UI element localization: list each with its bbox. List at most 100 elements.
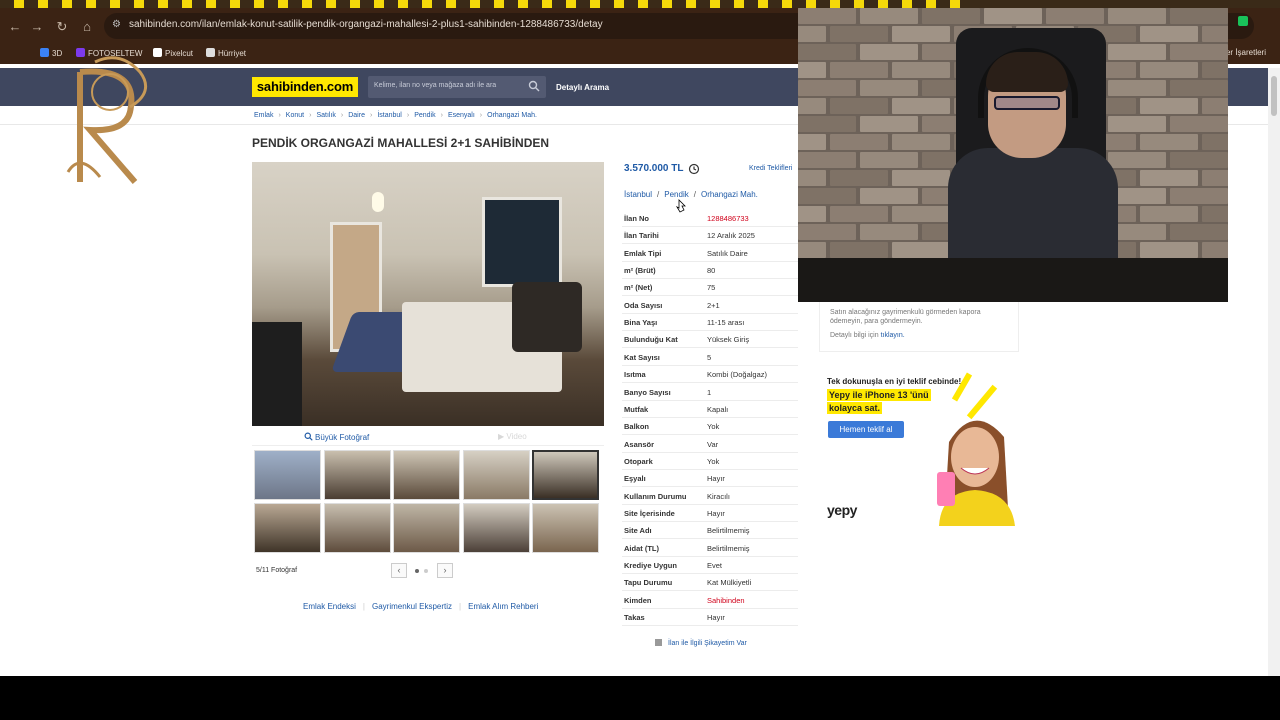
extension-icon[interactable]	[1238, 16, 1248, 26]
forward-icon[interactable]: →	[30, 20, 44, 34]
brick	[1202, 62, 1228, 78]
home-icon[interactable]: ⌂	[80, 20, 94, 34]
spec-row: m² (Net) 75	[622, 279, 798, 297]
photo-thumbnail[interactable]	[323, 503, 391, 553]
detailed-search-link[interactable]: Detaylı Arama	[556, 83, 609, 92]
tab-favicon-icon[interactable]	[734, 0, 744, 8]
tab-favicon-icon[interactable]	[86, 0, 96, 8]
notice-more-prefix: Detaylı bilgi için	[830, 332, 879, 339]
big-photo-link[interactable]: Büyük Fotoğraf	[304, 432, 369, 442]
photo-thumbnail[interactable]	[462, 450, 530, 500]
photo-thumbnail[interactable]	[254, 450, 321, 500]
scrollbar-thumb[interactable]	[1271, 76, 1277, 116]
tab-favicon-icon[interactable]	[62, 0, 72, 8]
tab-favicon-icon[interactable]	[950, 0, 960, 8]
location-link[interactable]: İstanbul	[624, 190, 652, 199]
breadcrumb-item[interactable]: Daire	[348, 112, 365, 119]
tab-favicon-icon[interactable]	[542, 0, 552, 8]
tab-favicon-icon[interactable]	[326, 0, 336, 8]
breadcrumb-item[interactable]: Pendik	[414, 112, 435, 119]
tab-favicon-icon[interactable]	[110, 0, 120, 8]
tab-favicon-icon[interactable]	[518, 0, 528, 8]
tab-favicon-icon[interactable]	[230, 0, 240, 8]
breadcrumb-item[interactable]: İstanbul	[377, 112, 402, 119]
tab-favicon-icon[interactable]	[158, 0, 168, 8]
ad-person-image	[937, 420, 1015, 526]
back-icon[interactable]: ←	[8, 20, 22, 34]
spec-row: Banyo Sayısı 1	[622, 384, 798, 401]
thumbnail-image	[463, 504, 529, 552]
location-link[interactable]: Pendik	[664, 190, 688, 199]
tab-favicon-icon[interactable]	[422, 0, 432, 8]
photo-thumbnail[interactable]	[393, 503, 460, 553]
tab-favicon-icon[interactable]	[350, 0, 360, 8]
tab-favicon-icon[interactable]	[278, 0, 288, 8]
notice-more-link[interactable]: tıklayın.	[881, 332, 905, 339]
search-icon[interactable]	[528, 80, 540, 92]
tab-favicon-icon[interactable]	[830, 0, 840, 8]
tab-favicon-icon[interactable]	[590, 0, 600, 8]
footer-link[interactable]: Gayrimenkul Ekspertiz	[372, 602, 452, 611]
bookmark-item[interactable]: Hürriyet	[206, 48, 246, 58]
tab-favicon-icon[interactable]	[374, 0, 384, 8]
breadcrumb-item[interactable]: Konut	[286, 112, 304, 119]
page-scrollbar[interactable]	[1268, 68, 1280, 676]
tab-favicon-icon[interactable]	[758, 0, 768, 8]
tab-favicon-icon[interactable]	[446, 0, 456, 8]
tab-favicon-icon[interactable]	[926, 0, 936, 8]
main-photo[interactable]	[252, 162, 604, 426]
site-info-icon[interactable]: ⚙	[112, 19, 124, 31]
photo-thumbnail[interactable]	[393, 450, 460, 500]
tab-favicon-icon[interactable]	[686, 0, 696, 8]
spec-row: Tapu Durumu Kat Mülkiyetli	[622, 574, 798, 592]
photo-thumbnail[interactable]	[532, 503, 599, 553]
tab-favicon-icon[interactable]	[398, 0, 408, 8]
credit-offers-link[interactable]: Kredi Teklifleri	[749, 165, 792, 172]
price-history-icon[interactable]	[688, 163, 700, 175]
tab-favicon-icon[interactable]	[470, 0, 480, 8]
tab-favicon-icon[interactable]	[806, 0, 816, 8]
photo-thumbnail[interactable]	[254, 503, 321, 553]
tab-favicon-icon[interactable]	[38, 0, 48, 8]
tab-favicon-icon[interactable]	[878, 0, 888, 8]
tab-favicon-icon[interactable]	[494, 0, 504, 8]
tab-favicon-icon[interactable]	[566, 0, 576, 8]
breadcrumb-item[interactable]: Satılık	[316, 112, 335, 119]
tab-favicon-icon[interactable]	[134, 0, 144, 8]
ad-banner[interactable]: Tek dokunuşla en iyi teklif cebinde! Yep…	[819, 362, 1019, 526]
site-logo[interactable]: sahibinden.com	[252, 77, 358, 97]
tab-favicon-icon[interactable]	[14, 0, 24, 8]
tab-favicon-icon[interactable]	[710, 0, 720, 8]
tab-favicon-icon[interactable]	[206, 0, 216, 8]
browser-tab-strip[interactable]	[0, 0, 1280, 8]
tab-favicon-icon[interactable]	[782, 0, 792, 8]
bookmark-item[interactable]: 3D	[40, 48, 62, 58]
bookmarks-folder[interactable]: Yer İşaretleri	[1221, 48, 1266, 57]
breadcrumb-item[interactable]: Orhangazi Mah.	[487, 112, 537, 119]
tab-favicon-icon[interactable]	[638, 0, 648, 8]
pager-dot-active[interactable]	[415, 569, 419, 573]
tab-favicon-icon[interactable]	[662, 0, 672, 8]
reload-icon[interactable]: ↻	[55, 20, 69, 34]
breadcrumb-item[interactable]: Emlak	[254, 112, 273, 119]
ad-cta-button[interactable]: Hemen teklif al	[828, 421, 904, 438]
tab-favicon-icon[interactable]	[302, 0, 312, 8]
tab-favicon-icon[interactable]	[614, 0, 624, 8]
spec-value: 5	[707, 352, 712, 362]
photo-thumbnail[interactable]	[323, 450, 391, 500]
pager-dot[interactable]	[424, 569, 428, 573]
tab-favicon-icon[interactable]	[902, 0, 912, 8]
tab-favicon-icon[interactable]	[854, 0, 864, 8]
photo-thumbnail[interactable]	[462, 503, 530, 553]
footer-link[interactable]: Emlak Alım Rehberi	[468, 602, 538, 611]
tab-favicon-icon[interactable]	[254, 0, 264, 8]
prev-page-button[interactable]: ‹	[391, 563, 407, 578]
complaint-link[interactable]: İlan ile İlgili Şikayetim Var	[655, 639, 747, 647]
next-page-button[interactable]: ›	[437, 563, 453, 578]
tab-favicon-icon[interactable]	[182, 0, 192, 8]
breadcrumb-item[interactable]: Esenyalı	[448, 112, 475, 119]
footer-link[interactable]: Emlak Endeksi	[303, 602, 356, 611]
search-input[interactable]: Kelime, ilan no veya mağaza adı ile ara	[368, 76, 546, 98]
location-link[interactable]: Orhangazi Mah.	[701, 190, 758, 199]
photo-thumbnail[interactable]	[532, 450, 599, 500]
